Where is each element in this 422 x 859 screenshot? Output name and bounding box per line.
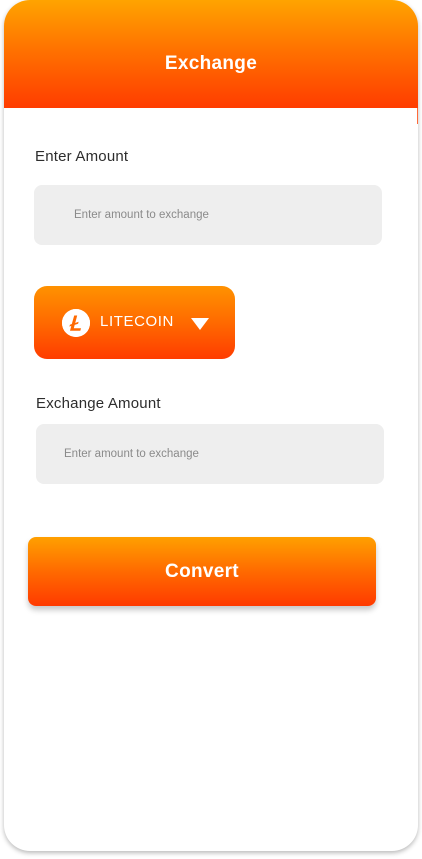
enter-amount-label: Enter Amount xyxy=(35,148,129,165)
app-header: Exchange xyxy=(4,0,418,108)
exchange-amount-label: Exchange Amount xyxy=(36,395,161,412)
convert-button[interactable]: Convert xyxy=(28,537,376,606)
exchange-amount-input[interactable] xyxy=(36,424,384,484)
caret-down-icon xyxy=(191,318,209,330)
page-title: Exchange xyxy=(164,53,258,74)
selected-coin-label: LITECOIN xyxy=(100,313,174,330)
amount-input[interactable] xyxy=(34,185,382,245)
coin-selector-dropdown[interactable]: LITECOIN xyxy=(34,286,235,359)
litecoin-icon xyxy=(62,309,90,337)
header-edge-divider xyxy=(417,108,418,124)
app-screen: Exchange Enter Amount LITECOIN Exchange … xyxy=(4,0,418,851)
